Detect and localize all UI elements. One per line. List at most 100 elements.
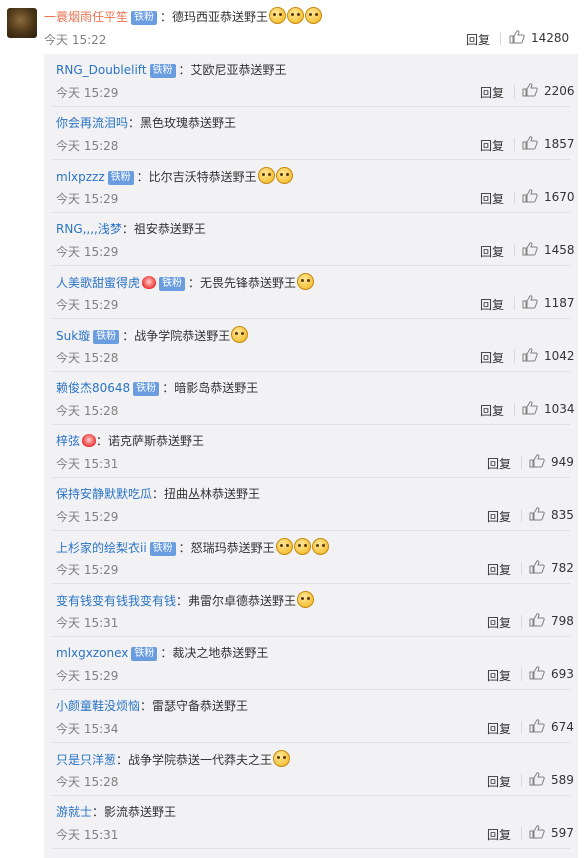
like-count[interactable]: 1857 [544,137,575,151]
fan-badge[interactable]: 铁粉 [149,64,176,78]
cry-icon [293,538,311,555]
like-thumb-icon[interactable] [529,825,545,839]
like-count[interactable]: 1670 [544,190,575,204]
timestamp: 今天 15:31 [56,616,119,630]
action-separator [514,244,515,257]
reply-line: 人美歌甜蜜得虎 铁粉 ：无畏先锋恭送野王 [56,273,315,291]
fan-badge[interactable]: 铁粉 [133,382,160,396]
like-count[interactable]: 798 [551,614,574,628]
fan-badge[interactable]: 铁粉 [149,542,176,556]
fan-badge[interactable]: 铁粉 [107,171,134,185]
reply-button[interactable]: 回复 [487,561,511,578]
reply-button[interactable]: 回复 [487,826,511,843]
like-count[interactable]: 2206 [544,84,575,98]
like-thumb-icon[interactable] [522,136,538,150]
like-thumb-icon[interactable] [522,83,538,97]
username-link[interactable]: 梓弦 [56,434,80,448]
like-count[interactable]: 589 [551,773,574,787]
reply-text: ：黑色玫瑰恭送野王 [128,116,237,130]
like-count[interactable]: 835 [551,508,574,522]
fan-badge[interactable]: 铁粉 [131,647,158,661]
heart-icon [142,276,157,289]
timestamp: 今天 15:28 [56,404,119,418]
like-count[interactable]: 1187 [544,296,575,310]
username-link[interactable]: 一蓑烟雨任平笙 [44,10,128,24]
like-thumb-icon[interactable] [529,454,545,468]
reply-button[interactable]: 回复 [487,773,511,790]
like-count[interactable]: 949 [551,455,574,469]
fan-badge[interactable]: 铁粉 [159,277,186,291]
like-thumb-icon[interactable] [529,613,545,627]
username-link[interactable]: Suk璇 [56,329,90,343]
reply-button[interactable]: 回复 [480,349,504,366]
like-thumb-icon[interactable] [529,666,545,680]
like-count[interactable]: 1458 [544,243,575,257]
divider [52,848,570,849]
username-link[interactable]: 保持安静默默吃瓜 [56,487,152,501]
like-thumb-icon[interactable] [529,772,545,786]
reply-button[interactable]: 回复 [480,243,504,260]
username-link[interactable]: RNG_Doublelift [56,63,147,77]
username-link[interactable]: 只是只洋葱 [56,753,116,767]
like-thumb-icon[interactable] [529,719,545,733]
username-link[interactable]: 变有钱变有钱我变有钱 [56,594,176,608]
action-separator [514,350,515,363]
like-thumb-icon[interactable] [529,507,545,521]
username-link[interactable]: 游就士 [56,805,92,819]
like-count[interactable]: 597 [551,826,574,840]
cry-icon [305,7,323,24]
like-thumb-icon[interactable] [522,242,538,256]
username-link[interactable]: 上杉家的绘梨衣ii [56,541,147,555]
reply-button[interactable]: 回复 [480,296,504,313]
like-thumb-icon[interactable] [529,560,545,574]
timestamp: 今天 15:22 [44,33,107,47]
username-link[interactable]: RNG,,,,浅梦 [56,222,122,236]
username-link[interactable]: mlxgxzonex [56,646,128,660]
like-thumb-icon[interactable] [522,295,538,309]
username-link[interactable]: 你会再流泪吗 [56,116,128,130]
like-count[interactable]: 674 [551,720,574,734]
like-thumb-icon[interactable] [509,30,525,44]
like-thumb-icon[interactable] [522,189,538,203]
cry-icon [257,167,275,184]
username-link[interactable]: mlxpzzz [56,170,105,184]
cry-icon [273,750,291,767]
main-comment: 一蓑烟雨任平笙 铁粉 ：德玛西亚恭送野王 今天 15:22 回复 14280 [0,0,584,54]
fan-badge[interactable]: 铁粉 [93,330,120,344]
reply-button[interactable]: 回复 [487,614,511,631]
username-link[interactable]: 小颜童鞋没烦恼 [56,699,140,713]
action-separator [514,85,515,98]
like-count[interactable]: 782 [551,561,574,575]
reply-button[interactable]: 回复 [480,84,504,101]
action-separator [521,615,522,628]
fan-badge[interactable]: 铁粉 [131,11,158,25]
reply-line: RNG_Doublelift 铁粉 ：艾欧尼亚恭送野王 [56,61,287,79]
reply-button[interactable]: 回复 [487,455,511,472]
reply-text: ：战争学院恭送一代莽夫之王 [116,753,273,767]
username-link[interactable]: 赖俊杰80648 [56,381,130,395]
reply-button[interactable]: 回复 [487,508,511,525]
timestamp: 今天 15:29 [56,669,119,683]
reply-button[interactable]: 回复 [480,190,504,207]
reply-line: RNG,,,,浅梦：祖安恭送野王 [56,220,206,238]
cry-icon [275,167,293,184]
reply-button[interactable]: 回复 [466,31,490,48]
reply-button[interactable]: 回复 [480,137,504,154]
like-count[interactable]: 14280 [531,31,569,45]
reply-line: 你会再流泪吗：黑色玫瑰恭送野王 [56,114,236,132]
like-count[interactable]: 693 [551,667,574,681]
avatar[interactable] [7,8,37,38]
reply-item: RNG,,,,浅梦：祖安恭送野王今天 15:29 回复 1458 [44,213,578,266]
timestamp: 今天 15:29 [56,245,119,259]
comment-text: ：德玛西亚恭送野王 [160,10,269,24]
reply-button[interactable]: 回复 [487,720,511,737]
reply-button[interactable]: 回复 [480,402,504,419]
like-count[interactable]: 1034 [544,402,575,416]
username-link[interactable]: 人美歌甜蜜得虎 [56,276,140,290]
cry-icon [311,538,329,555]
like-thumb-icon[interactable] [522,348,538,362]
like-count[interactable]: 1042 [544,349,575,363]
laugh-cry-icon [287,7,305,24]
like-thumb-icon[interactable] [522,401,538,415]
reply-button[interactable]: 回复 [487,667,511,684]
